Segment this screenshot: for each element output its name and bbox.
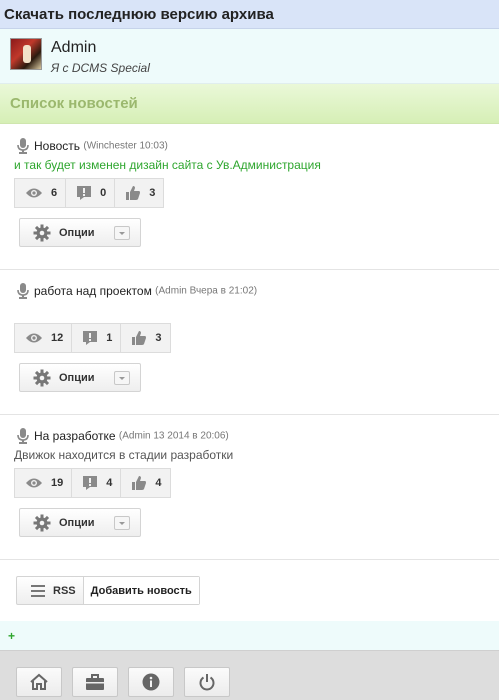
user-status: Я с DCMS Special: [51, 61, 150, 75]
list-icon: [31, 584, 45, 597]
thumbs-up-icon: [132, 476, 147, 490]
news-header: На разработке (Admin 13 2014 в 20:06): [16, 428, 229, 444]
microphone-icon: [17, 283, 29, 299]
views-counter[interactable]: 12: [14, 323, 73, 353]
news-title[interactable]: работа над проектом: [34, 284, 152, 298]
chevron-down-icon[interactable]: [114, 516, 130, 530]
views-counter[interactable]: 6: [14, 178, 67, 208]
eye-icon: [26, 478, 42, 488]
comments-count: 4: [106, 477, 113, 489]
home-button[interactable]: [16, 667, 62, 697]
options-button[interactable]: Опции: [19, 363, 141, 392]
eye-icon: [26, 333, 42, 343]
section-title: Список новостей: [10, 95, 138, 112]
likes-counter[interactable]: 3: [114, 178, 165, 208]
rss-label: RSS: [53, 584, 76, 597]
comment-alert-icon: [83, 331, 98, 345]
info-button[interactable]: [128, 667, 174, 697]
news-stats: 6 0 3: [14, 178, 165, 208]
comments-count: 1: [106, 332, 113, 344]
options-button[interactable]: Опции: [19, 508, 141, 537]
news-item: На разработке (Admin 13 2014 в 20:06) Дв…: [0, 415, 499, 560]
avatar[interactable]: [10, 38, 42, 70]
news-actions-group: RSS Добавить новость: [16, 576, 200, 605]
news-body: Движок находится в стадии разработки: [14, 448, 234, 462]
likes-count: 3: [149, 187, 156, 199]
comment-alert-icon: [83, 476, 98, 490]
footer-actions: RSS Добавить новость: [0, 560, 499, 621]
logout-button[interactable]: [184, 667, 230, 697]
info-icon: [142, 673, 160, 691]
comment-alert-icon: [77, 186, 92, 200]
briefcase-icon: [86, 674, 104, 690]
eye-icon: [26, 188, 42, 198]
views-count: 6: [51, 187, 58, 199]
news-stats: 19 4 4: [14, 468, 171, 498]
power-icon: [199, 674, 215, 691]
options-label: Опции: [59, 516, 95, 529]
plus-icon[interactable]: +: [8, 630, 15, 642]
views-counter[interactable]: 19: [14, 468, 73, 498]
microphone-icon: [17, 138, 29, 154]
comments-counter[interactable]: 4: [71, 468, 122, 498]
chevron-down-icon[interactable]: [114, 371, 130, 385]
news-meta: (Winchester 10:03): [83, 140, 168, 152]
rss-button[interactable]: RSS: [17, 577, 84, 604]
likes-counter[interactable]: 3: [120, 323, 171, 353]
comments-counter[interactable]: 0: [65, 178, 116, 208]
views-count: 12: [51, 332, 64, 344]
download-archive-bar[interactable]: Скачать последнюю версию архива: [0, 0, 499, 29]
news-item: Новость (Winchester 10:03) и так будет и…: [0, 125, 499, 270]
user-panel: Admin Я с DCMS Special: [0, 29, 499, 84]
bottom-nav: [0, 650, 499, 700]
views-count: 19: [51, 477, 64, 489]
thumbs-up-icon: [126, 186, 141, 200]
likes-count: 4: [155, 477, 162, 489]
plus-strip: +: [0, 621, 499, 650]
news-item: работа над проектом (Admin Вчера в 21:02…: [0, 270, 499, 415]
comments-counter[interactable]: 1: [71, 323, 122, 353]
likes-count: 3: [155, 332, 162, 344]
news-stats: 12 1 3: [14, 323, 171, 353]
gear-icon: [33, 369, 51, 386]
options-button[interactable]: Опции: [19, 218, 141, 247]
cabinet-button[interactable]: [72, 667, 118, 697]
user-name[interactable]: Admin: [51, 39, 96, 57]
options-label: Опции: [59, 226, 95, 239]
news-meta: (Admin Вчера в 21:02): [155, 285, 258, 297]
news-header: Новость (Winchester 10:03): [16, 138, 168, 154]
news-header: работа над проектом (Admin Вчера в 21:02…: [16, 283, 257, 299]
news-title[interactable]: Новость: [34, 139, 80, 153]
likes-counter[interactable]: 4: [120, 468, 171, 498]
home-icon: [30, 673, 48, 690]
chevron-down-icon[interactable]: [114, 226, 130, 240]
download-archive-link[interactable]: Скачать последнюю версию архива: [4, 6, 274, 23]
gear-icon: [33, 514, 51, 531]
microphone-icon: [17, 428, 29, 444]
options-label: Опции: [59, 371, 95, 384]
news-meta: (Admin 13 2014 в 20:06): [118, 430, 229, 442]
comments-count: 0: [100, 187, 107, 199]
news-body: и так будет изменен дизайн сайта с Ув.Ад…: [14, 158, 321, 172]
section-header: Список новостей: [0, 84, 499, 124]
news-title[interactable]: На разработке: [34, 429, 116, 443]
thumbs-up-icon: [132, 331, 147, 345]
gear-icon: [33, 224, 51, 241]
add-news-button[interactable]: Добавить новость: [83, 577, 199, 604]
